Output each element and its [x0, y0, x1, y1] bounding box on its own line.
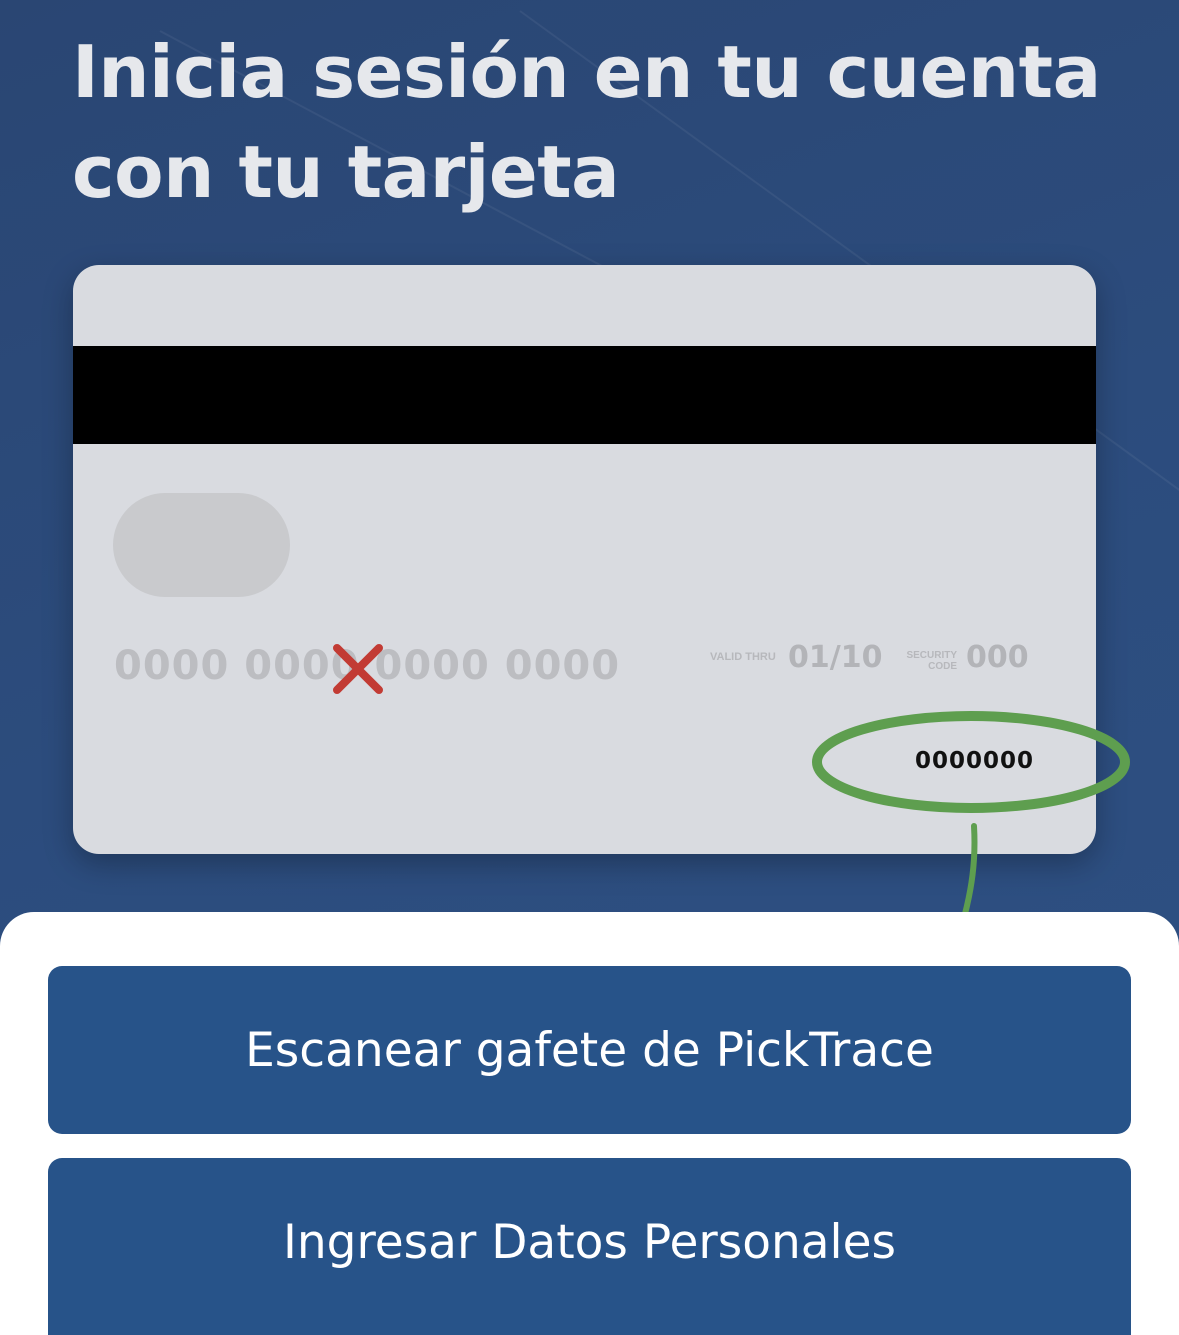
valid-thru-label: VALID THRU — [710, 651, 776, 663]
scan-badge-button-label: Escanear gafete de PickTrace — [245, 1022, 934, 1078]
valid-thru-value: 01/10 — [788, 640, 883, 675]
signature-panel — [113, 493, 290, 597]
security-code-value: 000 — [966, 640, 1029, 675]
card-serial-number: 0000000 — [915, 748, 1035, 774]
card-illustration: 0000 0000 0000 0000 VALID THRU 01/10 SEC… — [73, 265, 1096, 854]
security-code-label: SECURITY CODE — [891, 650, 957, 672]
page-title: Inicia sesión en tu cuenta con tu tarjet… — [72, 30, 1101, 214]
magnetic-stripe — [73, 346, 1096, 444]
security-code-label-line: SECURITY — [906, 650, 957, 661]
scan-badge-button[interactable]: Escanear gafete de PickTrace — [48, 966, 1131, 1134]
x-mark-icon — [333, 644, 383, 694]
enter-personal-data-button-label: Ingresar Datos Personales — [282, 1215, 897, 1270]
security-code-label-line: CODE — [928, 661, 957, 672]
enter-personal-data-button[interactable]: Ingresar Datos Personales — [48, 1158, 1131, 1335]
